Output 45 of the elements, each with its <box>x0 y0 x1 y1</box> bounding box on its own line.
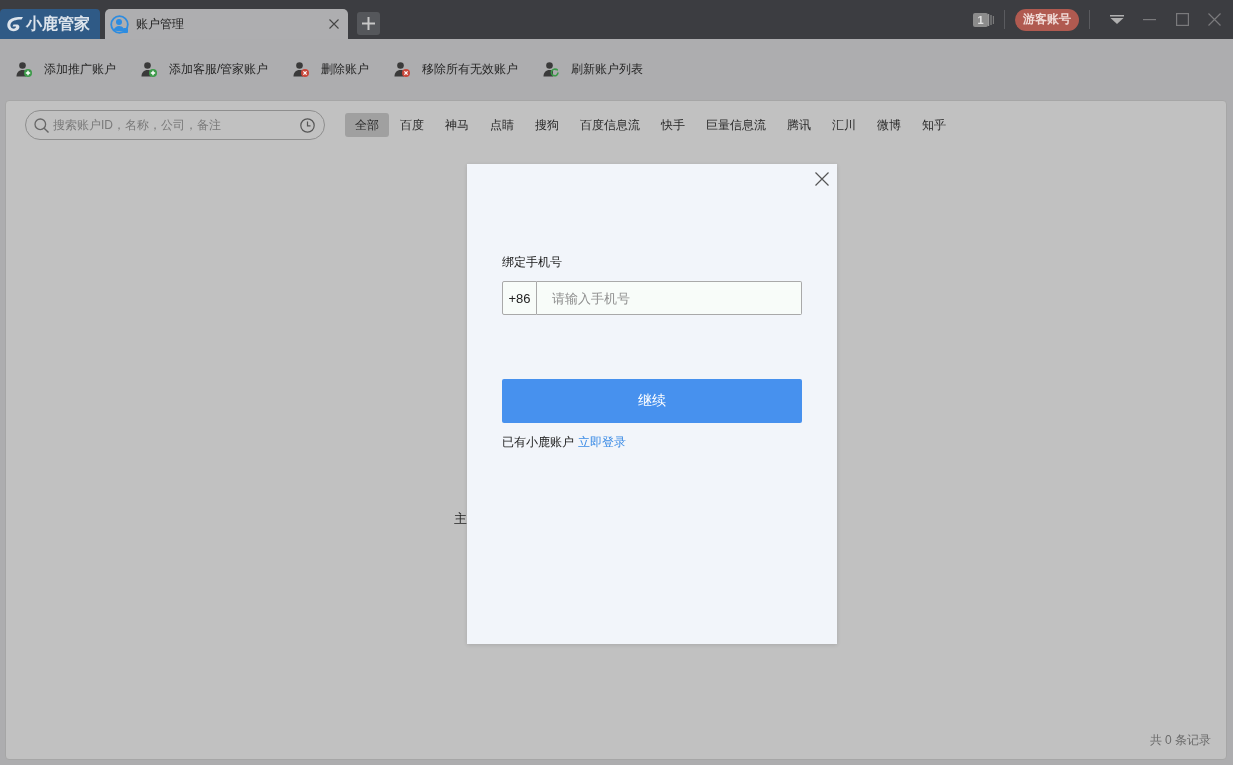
clock-icon[interactable] <box>300 118 315 133</box>
bars-icon <box>988 13 994 26</box>
filter-tab[interactable]: 百度信息流 <box>570 113 650 137</box>
close-icon[interactable] <box>329 19 339 29</box>
record-count: 共 0 条记录 <box>1149 732 1211 748</box>
login-prompt: 已有小鹿账户 <box>502 434 574 451</box>
minimize-icon[interactable] <box>1143 18 1156 21</box>
filter-tab[interactable]: 神马 <box>435 113 479 137</box>
new-tab-button[interactable] <box>357 12 380 35</box>
logo-icon <box>6 16 24 32</box>
filter-tab[interactable]: 汇川 <box>822 113 866 137</box>
logo-tab[interactable]: 小鹿管家 <box>0 9 100 39</box>
user-remove-icon <box>394 61 411 77</box>
toolbar-button[interactable]: 添加客服/管家账户 <box>141 60 269 78</box>
user-add-icon <box>16 61 32 77</box>
plus-icon <box>362 17 375 30</box>
user-icon <box>110 14 129 34</box>
country-code: +86 <box>502 281 537 315</box>
app-name: 小鹿管家 <box>26 13 90 34</box>
filter-tab[interactable]: 腾讯 <box>777 113 821 137</box>
filter-tab[interactable]: 百度 <box>390 113 434 137</box>
field-label: 绑定手机号 <box>502 254 562 271</box>
user-refresh-icon <box>543 61 560 77</box>
close-icon[interactable] <box>815 172 829 186</box>
filter-tab[interactable]: 全部 <box>345 113 389 137</box>
filter-tab[interactable]: 快手 <box>651 113 695 137</box>
search-icon <box>34 118 49 133</box>
user-remove-icon <box>293 61 310 77</box>
filter-tab[interactable]: 巨量信息流 <box>696 113 776 137</box>
search-field[interactable]: 搜索账户ID，名称，公司，备注 <box>25 110 325 140</box>
phone-input-field[interactable]: 请输入手机号 <box>537 281 802 315</box>
guest-account-button[interactable]: 游客账号 <box>1015 8 1079 31</box>
filter-tab[interactable]: 微博 <box>867 113 911 137</box>
user-add-icon <box>141 61 157 77</box>
app-tab[interactable]: 账户管理 <box>105 9 348 39</box>
toolbar-button[interactable]: 删除账户 <box>293 60 370 78</box>
filter-tab[interactable]: 知乎 <box>912 113 956 137</box>
filter-tab[interactable]: 点睛 <box>480 113 524 137</box>
toolbar-button[interactable]: 刷新账户列表 <box>543 60 644 78</box>
empty-message: 主 <box>454 510 467 527</box>
toolbar-button[interactable]: 添加推广账户 <box>16 60 116 78</box>
toolbar-button[interactable]: 移除所有无效账户 <box>394 60 519 78</box>
filter-tab[interactable]: 搜狗 <box>525 113 569 137</box>
maximize-icon[interactable] <box>1176 13 1189 26</box>
dropdown-icon[interactable] <box>1110 15 1124 24</box>
